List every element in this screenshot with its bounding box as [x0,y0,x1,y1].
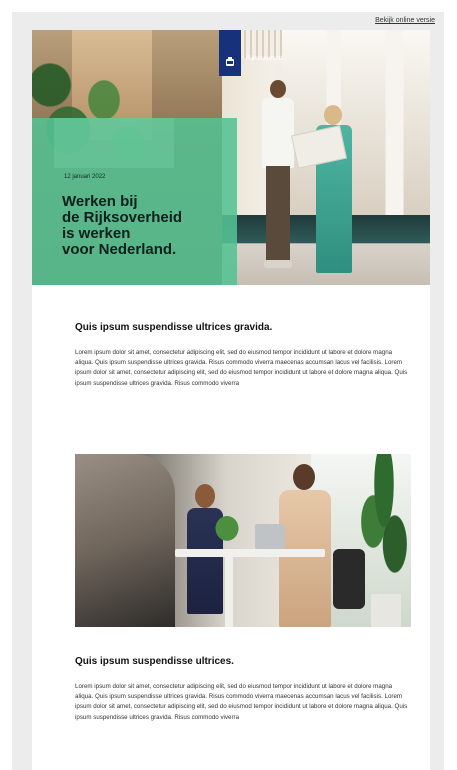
office-photo [75,454,411,627]
hero-date: 12 januari 2022 [64,174,106,180]
logo-text: Rijksoverheid [246,56,283,62]
office-plant-tall [357,454,411,604]
office-plant-pot [371,594,401,627]
office-table [175,549,325,557]
hero-banner: Rijksoverheid 12 januari 2022 Werken bij… [32,30,430,285]
office-plant-small [207,514,247,550]
office-table-leg [225,557,233,627]
office-person-foreground [75,454,175,627]
head [270,80,286,98]
head [195,484,215,508]
hero-background-columns [282,30,430,230]
page: Bekijk online versie Rijksoverheid 12 ja… [0,0,457,770]
section-2-body: Lorem ipsum dolor sit amet, consectetur … [75,683,408,721]
body [279,490,331,627]
rijksoverheid-logo [219,30,241,76]
section-1-title: Quis ipsum suspendisse ultrices gravida. [75,322,273,333]
shoes [264,260,292,268]
office-chair [333,549,365,609]
hero-person-man [260,80,296,270]
head [324,105,342,125]
office-laptop [255,524,285,549]
hero-headline: Werken bij de Rijksoverheid is werken vo… [62,193,183,258]
shirt [262,98,294,168]
section-1-body: Lorem ipsum dolor sit amet, consectetur … [75,349,408,387]
crest-icon [226,57,234,66]
email-body: Rijksoverheid 12 januari 2022 Werken bij… [32,30,430,770]
view-online-link[interactable]: Bekijk online versie [375,17,435,24]
hero-overlay-accent [54,118,174,168]
head [293,464,315,490]
section-2-title: Quis ipsum suspendisse ultrices. [75,656,234,667]
legs [266,166,290,262]
